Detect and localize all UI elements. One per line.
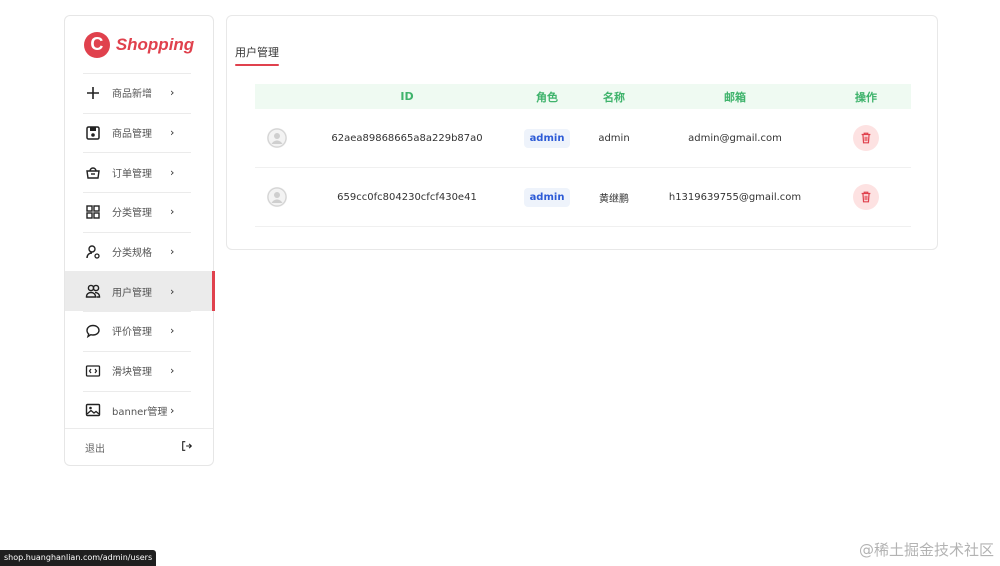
sidebar-item-label: 商品管理 [112,129,152,141]
header-email: 邮箱 [724,90,746,104]
chevron-right-icon: › [170,284,175,298]
cell-email: h1319639755@gmail.com [668,191,802,203]
sidebar-item-product-add[interactable]: 商品新增 › [65,73,213,113]
user-pin-icon [85,244,101,260]
chat-bubble-icon [85,323,101,339]
role-badge: admin [523,187,571,207]
logout-button[interactable]: 退出 [65,428,213,465]
delete-button[interactable] [853,184,879,210]
sidebar-item-banners[interactable]: banner管理 › [65,390,213,431]
sidebar: C Shopping 商品新增 › 商品管理 › 订单管理 › 分类管理 › 分… [64,15,215,466]
table-header: ID 角色 名称 邮箱 操作 [255,84,911,109]
logo[interactable]: C Shopping [65,16,213,73]
sidebar-item-label: 评价管理 [112,327,152,339]
chevron-right-icon: › [170,364,175,378]
logo-text: Shopping [115,34,195,54]
status-bar-url: shop.huanghanlian.com/admin/users [0,550,157,566]
save-icon [85,125,101,141]
trash-icon [861,191,871,203]
watermark: @稀土掘金技术社区 [858,541,994,559]
chevron-right-icon: › [170,324,175,338]
logout-icon [181,440,193,455]
sidebar-item-reviews[interactable]: 评价管理 › [65,311,213,351]
cell-id: 62aea89868665a8a229b87a0 [331,132,483,144]
logout-label: 退出 [85,443,105,455]
sidebar-item-orders[interactable]: 订单管理 › [65,152,213,192]
sidebar-item-label: 商品新增 [112,89,152,101]
sidebar-item-label: 分类规格 [112,248,152,260]
page-title: 用户管理 [235,44,279,66]
logo-mark: C [83,31,110,58]
sidebar-item-label: 滑块管理 [112,367,152,379]
sidebar-item-label: 分类管理 [112,208,152,220]
sidebar-item-label: 用户管理 [112,287,152,299]
chevron-right-icon: › [170,126,175,140]
main-panel: 用户管理 ID 角色 名称 邮箱 操作 62aea89868665a8a229b… [226,15,938,250]
role-badge: admin [523,128,571,148]
sidebar-item-users[interactable]: 用户管理 › [65,271,215,312]
sidebar-item-label: 订单管理 [112,168,152,180]
header-id: ID [400,90,414,103]
avatar [267,187,287,207]
sidebar-item-categories[interactable]: 分类管理 › [65,192,213,232]
users-icon [85,283,101,299]
chevron-right-icon: › [170,165,175,179]
chevron-right-icon: › [170,245,175,259]
chevron-right-icon: › [170,205,175,219]
delete-button[interactable] [853,125,879,151]
sidebar-item-label: banner管理 [112,406,168,418]
header-role: 角色 [536,90,558,104]
cell-email: admin@gmail.com [688,132,782,144]
code-icon [85,363,101,379]
header-op: 操作 [855,90,877,104]
grid-icon [85,204,101,220]
table-row: 659cc0fc804230cfcf430e41 admin 黄继鹏 h1319… [255,168,911,227]
cell-id: 659cc0fc804230cfcf430e41 [337,191,477,203]
table-row: 62aea89868665a8a229b87a0 admin admin adm… [255,109,911,168]
basket-icon [85,164,101,180]
users-table: ID 角色 名称 邮箱 操作 62aea89868665a8a229b87a0 … [255,84,911,227]
chevron-right-icon: › [170,86,175,100]
sidebar-item-category-specs[interactable]: 分类规格 › [65,231,213,272]
cell-name: 黄继鹏 [599,193,629,205]
chevron-right-icon: › [170,403,175,417]
trash-icon [861,132,871,144]
cell-name: admin [598,132,630,144]
header-name: 名称 [603,90,625,104]
avatar [267,128,287,148]
plus-icon [85,85,101,101]
image-icon [85,402,101,418]
sidebar-item-product-manage[interactable]: 商品管理 › [65,112,213,153]
sidebar-item-sliders[interactable]: 滑块管理 › [65,350,213,391]
sidebar-nav: 商品新增 › 商品管理 › 订单管理 › 分类管理 › 分类规格 › 用户管理 … [65,73,215,431]
